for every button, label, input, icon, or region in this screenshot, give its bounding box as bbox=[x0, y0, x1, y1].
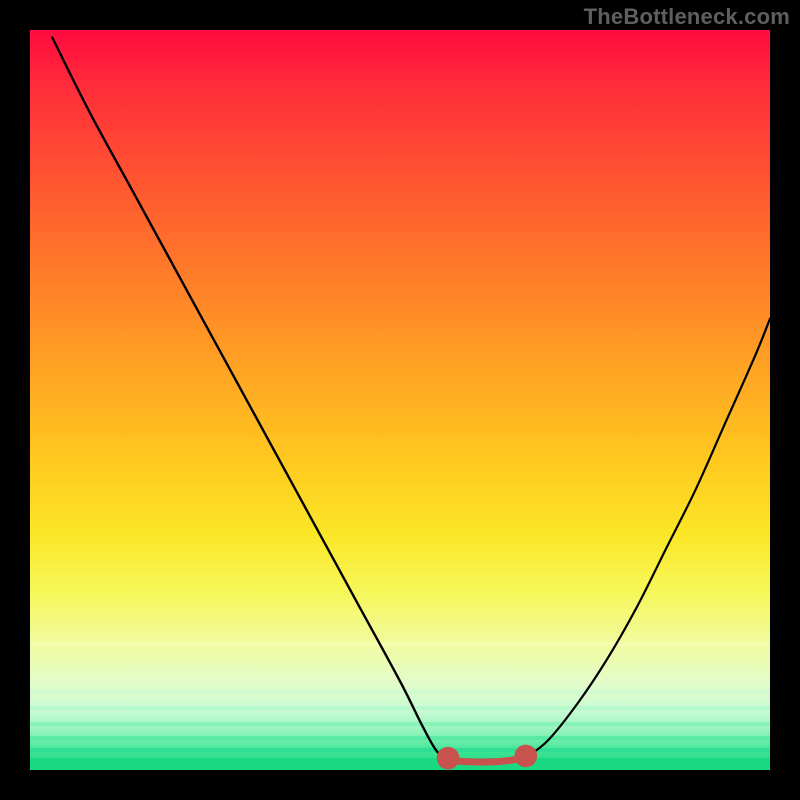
left-branch-path bbox=[52, 37, 448, 759]
chart-frame: TheBottleneck.com bbox=[0, 0, 800, 800]
valley-start-dot bbox=[437, 747, 460, 770]
right-branch-path bbox=[526, 319, 770, 758]
valley-floor-path bbox=[448, 757, 526, 762]
curve-svg bbox=[30, 30, 770, 770]
watermark-text: TheBottleneck.com bbox=[584, 4, 790, 30]
curve-group bbox=[52, 37, 770, 769]
valley-end-dot bbox=[514, 745, 537, 768]
plot-area bbox=[30, 30, 770, 770]
